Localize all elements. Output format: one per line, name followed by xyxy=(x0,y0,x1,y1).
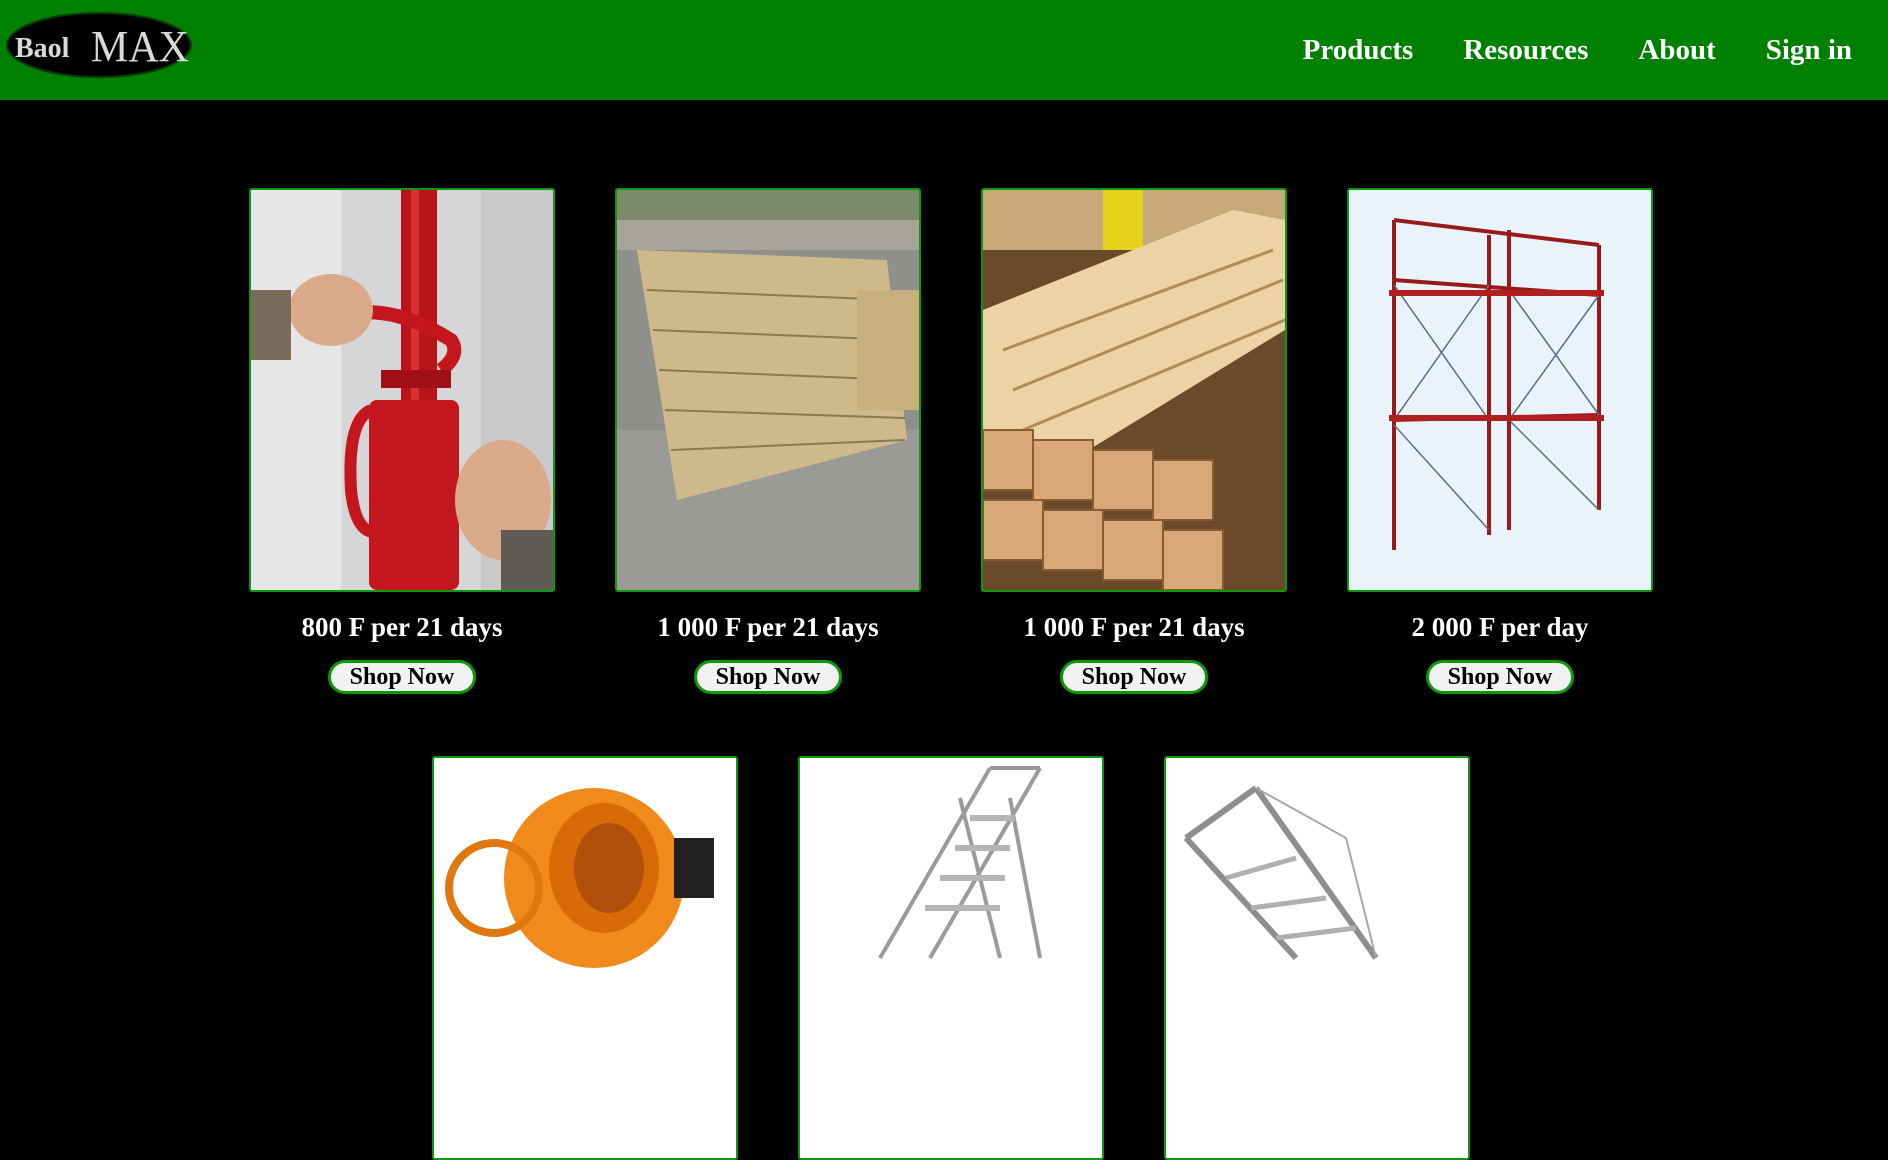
product-image-frame[interactable] xyxy=(432,756,738,1160)
product-card: 1 000 F per 21 days Shop Now xyxy=(615,188,921,694)
shop-now-button[interactable]: Shop Now xyxy=(1060,660,1208,694)
product-image-frame[interactable] xyxy=(615,188,921,592)
svg-text:MAX: MAX xyxy=(91,22,189,71)
nav-products[interactable]: Products xyxy=(1303,30,1414,70)
product-card: 1 000 F per 21 days Shop Now xyxy=(981,188,1287,694)
header-bar: Baol MAX Products Resources About Sign i… xyxy=(0,0,1888,100)
product-image-frame[interactable] xyxy=(981,188,1287,592)
main-nav: Products Resources About Sign in xyxy=(1303,30,1852,70)
shop-now-button[interactable]: Shop Now xyxy=(1426,660,1574,694)
product-image-frame[interactable] xyxy=(1164,756,1470,1160)
adjustable-steel-prop-image xyxy=(251,190,553,590)
scaffolding-image xyxy=(1349,190,1651,590)
rolling-stair-platform-image xyxy=(800,758,1102,1158)
concrete-mixer-image xyxy=(434,758,736,1158)
timber-beams-image xyxy=(983,190,1285,590)
shop-now-button[interactable]: Shop Now xyxy=(328,660,476,694)
product-price: 1 000 F per 21 days xyxy=(657,612,879,642)
product-image-frame[interactable] xyxy=(1347,188,1653,592)
nav-sign-in[interactable]: Sign in xyxy=(1766,30,1852,70)
product-card xyxy=(432,756,738,1160)
svg-text:Baol: Baol xyxy=(15,33,70,64)
nav-resources[interactable]: Resources xyxy=(1463,30,1588,70)
baolmax-logo[interactable]: Baol MAX xyxy=(5,11,193,79)
product-card xyxy=(798,756,1104,1160)
product-card xyxy=(1164,756,1470,1160)
aluminium-ladder-image xyxy=(1166,758,1468,1158)
product-card: 2 000 F per day Shop Now xyxy=(1347,188,1653,694)
shop-now-button[interactable]: Shop Now xyxy=(694,660,842,694)
nav-about[interactable]: About xyxy=(1638,30,1715,70)
product-image-frame[interactable] xyxy=(798,756,1104,1160)
product-price: 2 000 F per day xyxy=(1411,612,1589,642)
product-price: 1 000 F per 21 days xyxy=(1023,612,1245,642)
product-price: 800 F per 21 days xyxy=(301,612,503,642)
baolmax-logo-image: Baol MAX xyxy=(6,12,192,78)
stacked-planks-image xyxy=(617,190,919,590)
product-card: 800 F per 21 days Shop Now xyxy=(249,188,555,694)
product-image-frame[interactable] xyxy=(249,188,555,592)
